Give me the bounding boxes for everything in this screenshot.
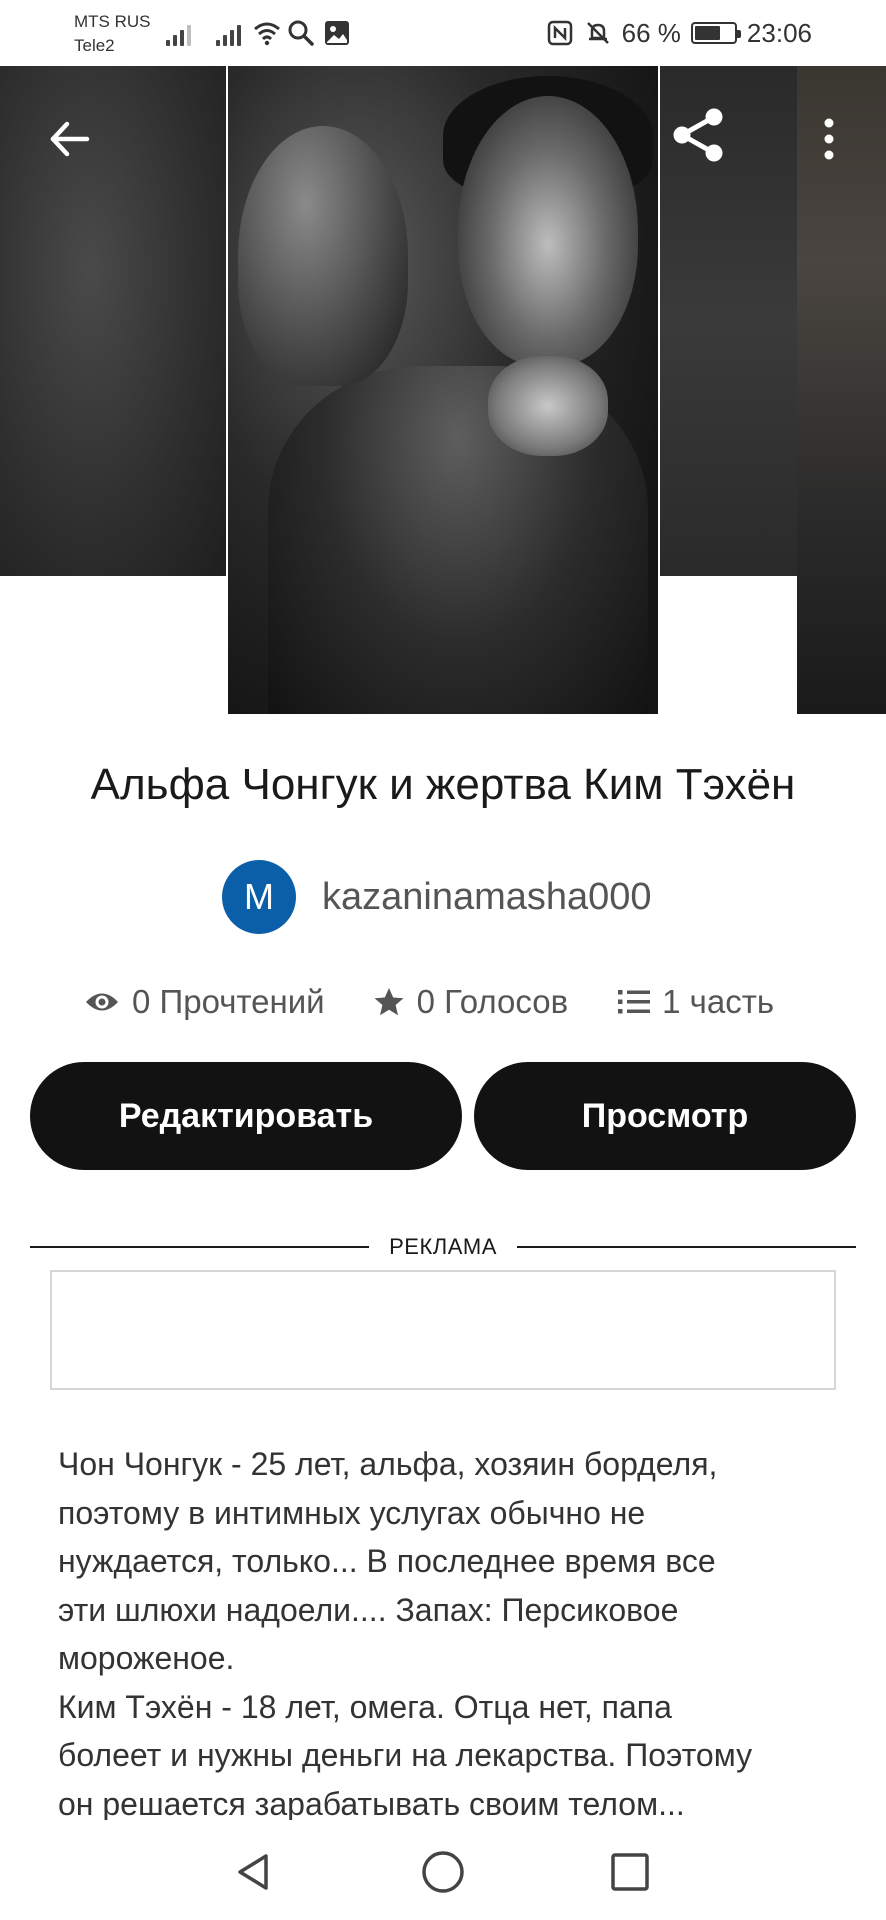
star-icon xyxy=(374,988,404,1016)
gallery-icon xyxy=(325,21,349,45)
ad-divider: РЕКЛАМА xyxy=(30,1232,856,1262)
nav-back-button[interactable] xyxy=(224,1842,284,1902)
ad-banner[interactable] xyxy=(50,1270,836,1390)
mute-icon xyxy=(586,22,609,44)
system-navigation-bar xyxy=(0,1820,886,1920)
battery-percent: 66 % xyxy=(621,17,681,48)
preview-button[interactable]: Просмотр xyxy=(474,1062,856,1170)
carrier-labels: MTS RUS Tele2 xyxy=(74,10,151,58)
clock: 23:06 xyxy=(746,17,812,48)
back-button[interactable] xyxy=(36,106,102,172)
nav-home-button[interactable] xyxy=(413,1842,473,1902)
ad-label: РЕКЛАМА xyxy=(389,1234,497,1259)
story-description: Чон Чонгук - 25 лет, альфа, хозяин борде… xyxy=(58,1446,753,1822)
author-name[interactable]: kazaninamasha000 xyxy=(322,876,652,919)
ad-divider-line-left xyxy=(30,1246,370,1248)
cover-figure-hand xyxy=(488,356,608,456)
status-bar: MTS RUS Tele2 66 % 23:06 xyxy=(0,0,886,66)
cover-figure-left xyxy=(238,126,408,386)
reads-stat: 0 Прочтений xyxy=(84,983,325,1021)
cover-figure-right xyxy=(458,96,638,366)
votes-count: 0 Голосов xyxy=(416,983,569,1020)
square-recent-icon xyxy=(611,1853,649,1891)
author-row[interactable]: M kazaninamasha000 xyxy=(222,860,652,934)
nfc-icon xyxy=(547,20,572,46)
battery-icon xyxy=(690,22,741,44)
ad-divider-line-right xyxy=(516,1246,856,1248)
eye-icon xyxy=(86,993,118,1011)
carrier-2: Tele2 xyxy=(74,36,115,55)
share-button[interactable] xyxy=(664,100,734,170)
story-stats: 0 Прочтений 0 Голосов 1 часть xyxy=(84,978,774,1026)
circle-home-icon xyxy=(422,1851,464,1893)
triangle-back-icon xyxy=(238,1854,268,1890)
wifi-icon xyxy=(254,22,280,46)
carrier-1: MTS RUS xyxy=(74,12,151,31)
cover-carousel[interactable] xyxy=(0,66,886,714)
list-icon xyxy=(618,990,651,1014)
parts-count: 1 часть xyxy=(662,983,775,1020)
edit-button[interactable]: Редактировать xyxy=(30,1062,462,1170)
battery-fill xyxy=(694,26,720,40)
avatar[interactable]: M xyxy=(222,860,296,934)
search-icon xyxy=(288,20,314,46)
signal-icon xyxy=(166,20,191,46)
votes-stat: 0 Голосов xyxy=(373,983,569,1021)
share-icon xyxy=(673,108,723,162)
signal-icon-2 xyxy=(216,20,241,46)
more-vertical-icon xyxy=(824,118,834,160)
reads-count: 0 Прочтений xyxy=(132,983,325,1020)
story-cover-image xyxy=(228,66,658,714)
more-options-button[interactable] xyxy=(804,106,854,172)
arrow-left-icon xyxy=(50,121,90,157)
nav-recent-button[interactable] xyxy=(600,1842,660,1902)
status-right: 66 % 23:06 xyxy=(546,14,812,52)
story-title: Альфа Чонгук и жертва Ким Тэхён xyxy=(90,760,796,809)
prev-cover[interactable] xyxy=(0,66,226,576)
parts-stat: 1 часть xyxy=(618,983,774,1021)
